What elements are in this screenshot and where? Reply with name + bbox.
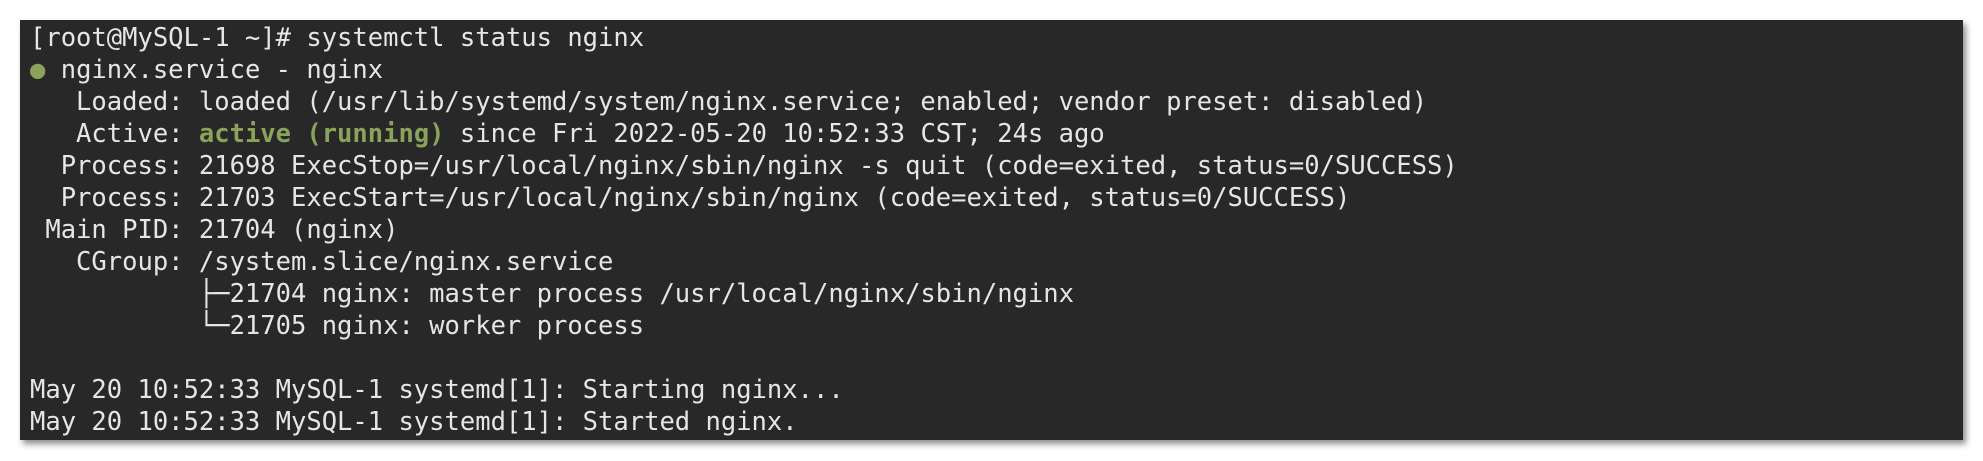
cgroup-worker-process: └─21705 nginx: worker process (30, 311, 645, 341)
process-line-execstart: Process: 21703 ExecStart=/usr/local/ngin… (30, 183, 1351, 213)
service-header-line: ● nginx.service - nginx (30, 54, 1963, 86)
cgroup-master-process: ├─21704 nginx: master process /usr/local… (30, 279, 1074, 309)
cgroup-line: CGroup: /system.slice/nginx.service (30, 247, 614, 277)
status-dot-icon: ● (30, 55, 46, 85)
terminal-window[interactable]: [root@MySQL-1 ~]# systemctl status nginx… (20, 20, 1963, 440)
active-line: Active: active (running) since Fri 2022-… (30, 118, 1963, 150)
log-line-started: May 20 10:52:33 MySQL-1 systemd[1]: Star… (30, 407, 798, 437)
active-status: active (running) (198, 119, 445, 149)
active-label: Active: (30, 119, 199, 149)
process-line-execstop: Process: 21698 ExecStop=/usr/local/nginx… (30, 151, 1458, 181)
log-line-starting: May 20 10:52:33 MySQL-1 systemd[1]: Star… (30, 375, 844, 405)
loaded-line: Loaded: loaded (/usr/lib/systemd/system/… (30, 87, 1428, 117)
active-since: since Fri 2022-05-20 10:52:33 CST; 24s a… (444, 119, 1105, 149)
command-prompt-line: [root@MySQL-1 ~]# systemctl status nginx (30, 23, 645, 53)
main-pid-line: Main PID: 21704 (nginx) (30, 215, 399, 245)
service-name: nginx.service - nginx (45, 55, 384, 85)
